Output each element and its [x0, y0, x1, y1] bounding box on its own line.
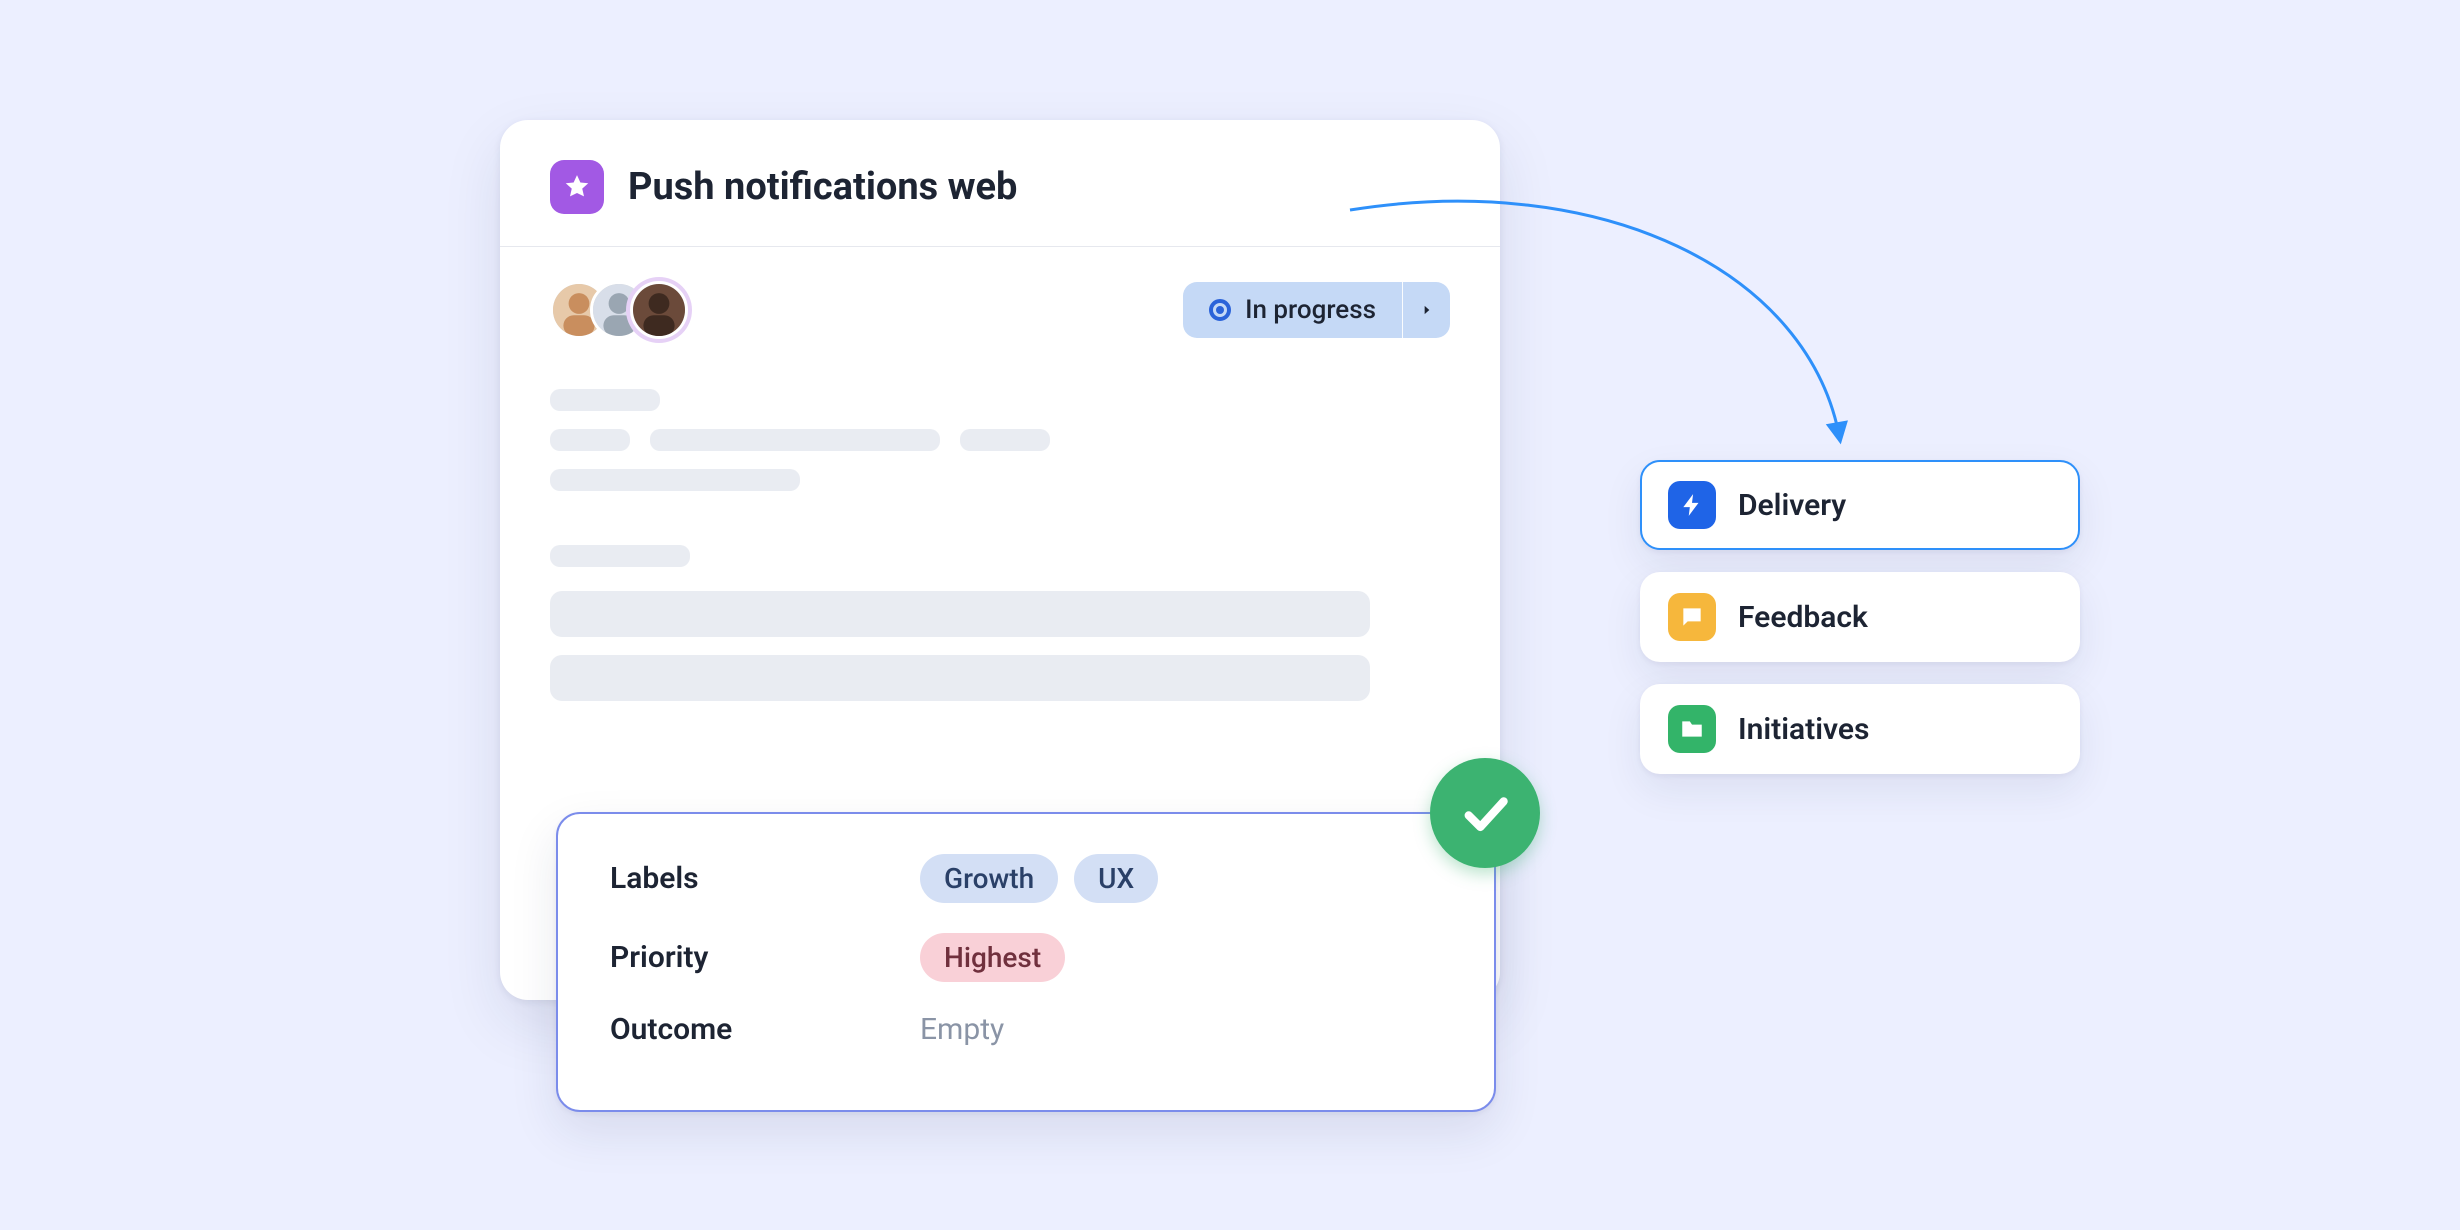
outcome-field-label: Outcome — [610, 1012, 920, 1047]
card-header: Push notifications web — [500, 120, 1500, 247]
outcome-empty: Empty — [920, 1012, 1004, 1047]
destination-option[interactable]: Feedback — [1640, 572, 2080, 662]
assignee-avatars[interactable] — [550, 281, 688, 339]
content-placeholder — [550, 389, 1450, 491]
destination-list: Delivery Feedback Initiatives — [1640, 460, 2080, 774]
card-title: Push notifications web — [628, 165, 1017, 209]
chat-icon — [1668, 593, 1716, 641]
priority-field-value[interactable]: Highest — [920, 933, 1065, 982]
destination-option[interactable]: Initiatives — [1640, 684, 2080, 774]
outcome-field-value[interactable]: Empty — [920, 1012, 1004, 1047]
labels-field-label: Labels — [610, 861, 920, 896]
star-icon — [550, 160, 604, 214]
bolt-icon — [1668, 481, 1716, 529]
status-indicator-icon — [1209, 299, 1231, 321]
content-placeholder — [550, 545, 1450, 701]
labels-field-value[interactable]: Growth UX — [920, 854, 1158, 903]
priority-field-label: Priority — [610, 940, 920, 975]
destination-label: Feedback — [1738, 600, 1868, 635]
status-label: In progress — [1245, 295, 1376, 325]
label-chip[interactable]: UX — [1074, 854, 1158, 903]
status-dropdown[interactable]: In progress — [1183, 282, 1450, 338]
caret-right-icon — [1402, 282, 1450, 338]
destination-label: Initiatives — [1738, 712, 1869, 747]
folder-icon — [1668, 705, 1716, 753]
priority-chip[interactable]: Highest — [920, 933, 1065, 982]
label-chip[interactable]: Growth — [920, 854, 1058, 903]
destination-option[interactable]: Delivery — [1640, 460, 2080, 550]
properties-panel: Labels Growth UX Priority Highest Outcom… — [556, 812, 1496, 1112]
avatar — [630, 281, 688, 339]
check-icon — [1430, 758, 1540, 868]
destination-label: Delivery — [1738, 488, 1846, 523]
